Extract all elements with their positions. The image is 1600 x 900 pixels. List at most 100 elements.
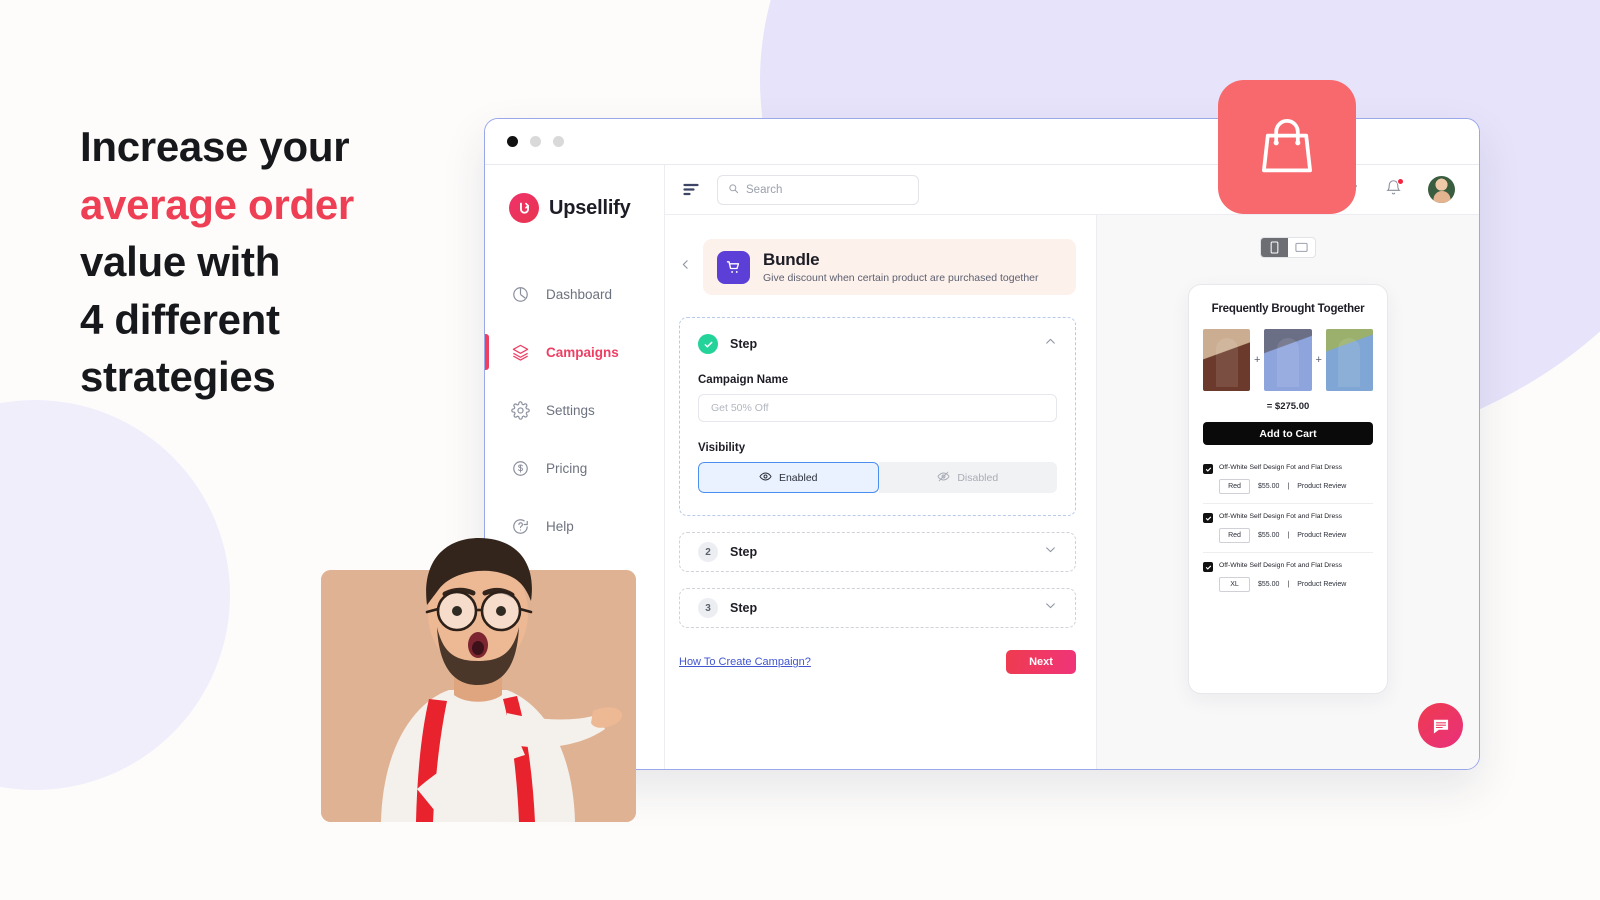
headline-line-3: value with [80,238,281,286]
product-review-link[interactable]: Product Review [1297,532,1346,539]
step-card-1: Step Campaign Name Get 50% Off Visibilit… [679,317,1076,516]
visibility-enabled-label: Enabled [778,471,818,484]
step-number: 2 [698,542,718,562]
product-name: Off-White Self Design Fot and Flat Dress [1219,513,1343,520]
surprised-man-pointing-icon [321,538,636,822]
mobile-icon[interactable] [1261,238,1288,257]
shopping-bag-icon [1262,119,1312,173]
brand[interactable]: Upsellify [485,185,664,223]
main-content: Search Bundle Give discount when certain… [665,165,1479,769]
sidebar-item-label: Dashboard [546,286,613,302]
chevron-left-icon[interactable] [679,258,693,276]
headline-line-4: 4 different [80,295,280,343]
headline: Increase your average order value with 4… [80,118,500,406]
device-toggle [1260,237,1316,258]
chat-fab-button[interactable] [1418,703,1463,748]
plus-symbol: + [1254,354,1261,366]
product-price: $55.00 [1258,483,1280,490]
list-item-top: Off-White Self Design Fot and Flat Dress [1203,512,1373,523]
variant-selector[interactable]: XL [1219,577,1250,592]
checkbox-checked-icon[interactable] [1203,464,1213,474]
next-button[interactable]: Next [1006,650,1076,674]
sidebar-item-dashboard[interactable]: Dashboard [485,265,664,323]
brand-name: Upsellify [549,196,631,219]
campaign-name-label: Campaign Name [698,374,789,386]
product-image[interactable] [1264,329,1312,391]
sidebar-item-campaigns[interactable]: Campaigns [485,323,664,381]
sidebar-item-label: Campaigns [546,344,619,360]
add-to-cart-button[interactable]: Add to Cart [1203,422,1373,445]
pie-chart-icon [511,285,530,304]
search-input[interactable]: Search [717,174,919,205]
product-image[interactable] [1203,329,1251,391]
campaign-form: Bundle Give discount when certain produc… [665,215,1097,769]
checkbox-checked-icon[interactable] [1203,513,1213,523]
preview-widget: Frequently Brought Together + + = $275.0… [1188,284,1388,694]
search-icon [728,181,739,199]
plus-symbol: + [1315,354,1322,366]
checkbox-checked-icon[interactable] [1203,562,1213,572]
meta-separator: | [1287,581,1290,588]
how-to-create-campaign-link[interactable]: How To Create Campaign? [679,656,811,668]
app-badge [1218,80,1356,214]
meta-separator: | [1287,483,1290,490]
step-card-3[interactable]: 3 Step [679,588,1076,628]
visibility-enabled-option[interactable]: Enabled [698,462,879,493]
widget-product-list: Off-White Self Design Fot and Flat Dress… [1203,455,1373,601]
topbar-icons [1342,176,1461,203]
chevron-up-icon[interactable] [1044,335,1057,353]
headline-line-2-accent: average order [80,180,354,228]
widget-title: Frequently Brought Together [1211,303,1365,315]
step-label: Step [730,545,758,559]
window-dot-maximize[interactable] [553,136,564,147]
topbar: Search [665,165,1479,215]
list-item-bottom: Red $55.00 | Product Review [1219,528,1373,543]
bundle-text: Bundle Give discount when certain produc… [763,250,1039,284]
check-circle-icon [698,334,718,354]
visibility-label: Visibility [698,442,746,454]
step-label: Step [730,337,758,351]
bell-icon[interactable] [1385,177,1404,201]
sidebar-item-label: Settings [546,402,595,418]
product-review-link[interactable]: Product Review [1297,483,1346,490]
product-name: Off-White Self Design Fot and Flat Dress [1219,464,1343,471]
sidebar-item-settings[interactable]: Settings [485,381,664,439]
product-image[interactable] [1325,329,1374,391]
step-number: 3 [698,598,718,618]
sidebar-item-pricing[interactable]: Pricing [485,439,664,497]
variant-selector[interactable]: Red [1219,528,1250,543]
filter-lines-icon[interactable] [683,183,699,196]
eye-icon [759,470,772,486]
variant-selector[interactable]: Red [1219,479,1250,494]
eye-off-icon [937,470,950,486]
window-dot-minimize[interactable] [530,136,541,147]
bundle-card: Bundle Give discount when certain produc… [703,239,1076,295]
chat-bubble-icon [1433,719,1448,733]
widget-total: = $275.00 [1266,401,1310,412]
bundle-subtitle: Give discount when certain product are p… [763,272,1039,284]
step-card-2[interactable]: 2 Step [679,532,1076,572]
meta-separator: | [1287,532,1290,539]
step-label: Step [730,601,758,615]
desktop-icon[interactable] [1288,238,1315,257]
list-item: Off-White Self Design Fot and Flat Dress… [1203,504,1373,553]
chevron-down-icon[interactable] [1044,599,1057,617]
visibility-disabled-option[interactable]: Disabled [878,462,1057,493]
campaign-name-input[interactable]: Get 50% Off [698,394,1057,422]
workarea: Bundle Give discount when certain produc… [665,215,1479,769]
step-1-header[interactable]: Step [698,334,1057,354]
list-item: Off-White Self Design Fot and Flat Dress… [1203,553,1373,601]
shopping-cart-icon [717,250,750,284]
chevron-down-icon[interactable] [1044,543,1057,561]
avatar[interactable] [1428,176,1455,203]
window-dot-close[interactable] [507,136,518,147]
product-review-link[interactable]: Product Review [1297,581,1346,588]
step-3-header: 3 Step [698,598,1057,618]
list-item-top: Off-White Self Design Fot and Flat Dress [1203,463,1373,474]
preview-panel: Frequently Brought Together + + = $275.0… [1097,215,1479,769]
product-name: Off-White Self Design Fot and Flat Dress [1219,562,1343,569]
bundle-title: Bundle [763,250,820,269]
headline-line-5: strategies [80,353,276,401]
product-price: $55.00 [1258,532,1280,539]
campaign-name-placeholder: Get 50% Off [711,402,769,414]
